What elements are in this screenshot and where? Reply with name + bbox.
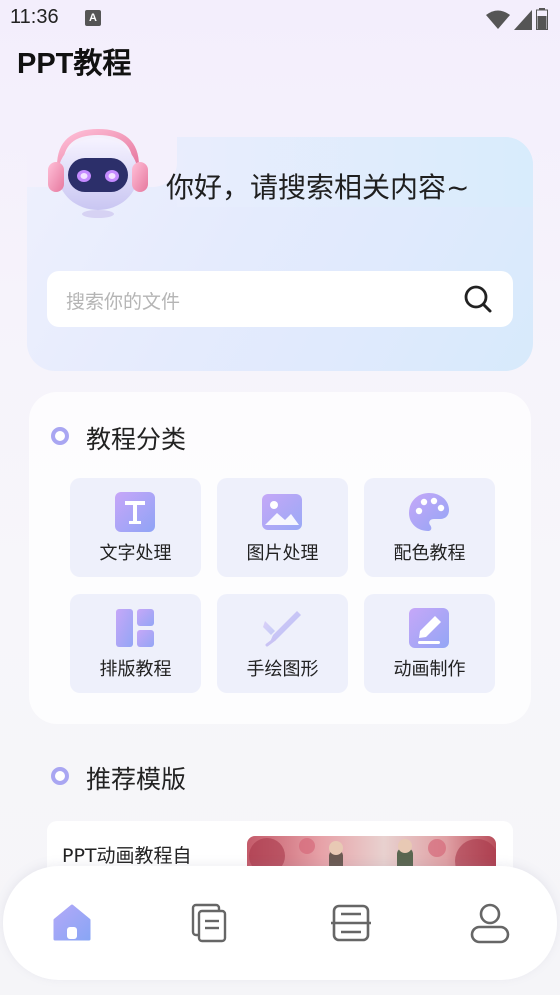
category-label: 排版教程 xyxy=(99,659,172,680)
greeting-text: 你好，请搜索相关内容~ xyxy=(166,171,470,204)
image-icon xyxy=(262,494,302,530)
pen-draw-icon xyxy=(263,611,301,647)
app-title: PPT教程 xyxy=(17,48,132,80)
category-label: 动画制作 xyxy=(393,659,466,680)
notification-badge-icon: A xyxy=(85,10,101,26)
edit-pencil-icon xyxy=(409,608,449,648)
status-bar: 11:36 A xyxy=(0,0,560,36)
status-icons xyxy=(486,8,548,30)
category-tile-color[interactable]: 配色教程 xyxy=(364,478,495,577)
category-tile-animation[interactable]: 动画制作 xyxy=(364,594,495,693)
bottom-nav xyxy=(3,866,557,980)
category-tile-layout[interactable]: 排版教程 xyxy=(70,594,201,693)
template-title: PPT动画教程自 xyxy=(62,845,192,867)
search-input[interactable]: 搜索你的文件 xyxy=(47,271,513,327)
document-icon[interactable] xyxy=(187,901,231,945)
recommend-section-title: 推荐模版 xyxy=(86,765,187,794)
battery-icon xyxy=(536,8,548,30)
category-label: 图片处理 xyxy=(246,543,319,564)
home-icon[interactable] xyxy=(50,901,94,945)
text-t-icon xyxy=(115,492,155,532)
category-tile-draw[interactable]: 手绘图形 xyxy=(217,594,348,693)
category-label: 配色教程 xyxy=(393,543,466,564)
palette-icon xyxy=(409,493,449,531)
category-tile-text[interactable]: 文字处理 xyxy=(70,478,201,577)
category-label: 文字处理 xyxy=(99,543,172,564)
robot-mascot-icon xyxy=(48,128,148,218)
user-icon[interactable] xyxy=(468,901,512,945)
section-dot-icon xyxy=(51,427,69,445)
category-tile-image[interactable]: 图片处理 xyxy=(217,478,348,577)
layout-icon xyxy=(116,609,154,647)
signal-icon xyxy=(514,10,532,30)
section-dot-icon xyxy=(51,767,69,785)
category-label: 手绘图形 xyxy=(246,659,319,680)
wifi-icon xyxy=(486,10,510,29)
search-icon[interactable] xyxy=(463,284,493,314)
scan-icon[interactable] xyxy=(329,901,373,945)
status-time: 11:36 xyxy=(10,6,59,28)
search-placeholder: 搜索你的文件 xyxy=(66,291,181,313)
category-section-title: 教程分类 xyxy=(86,425,187,454)
